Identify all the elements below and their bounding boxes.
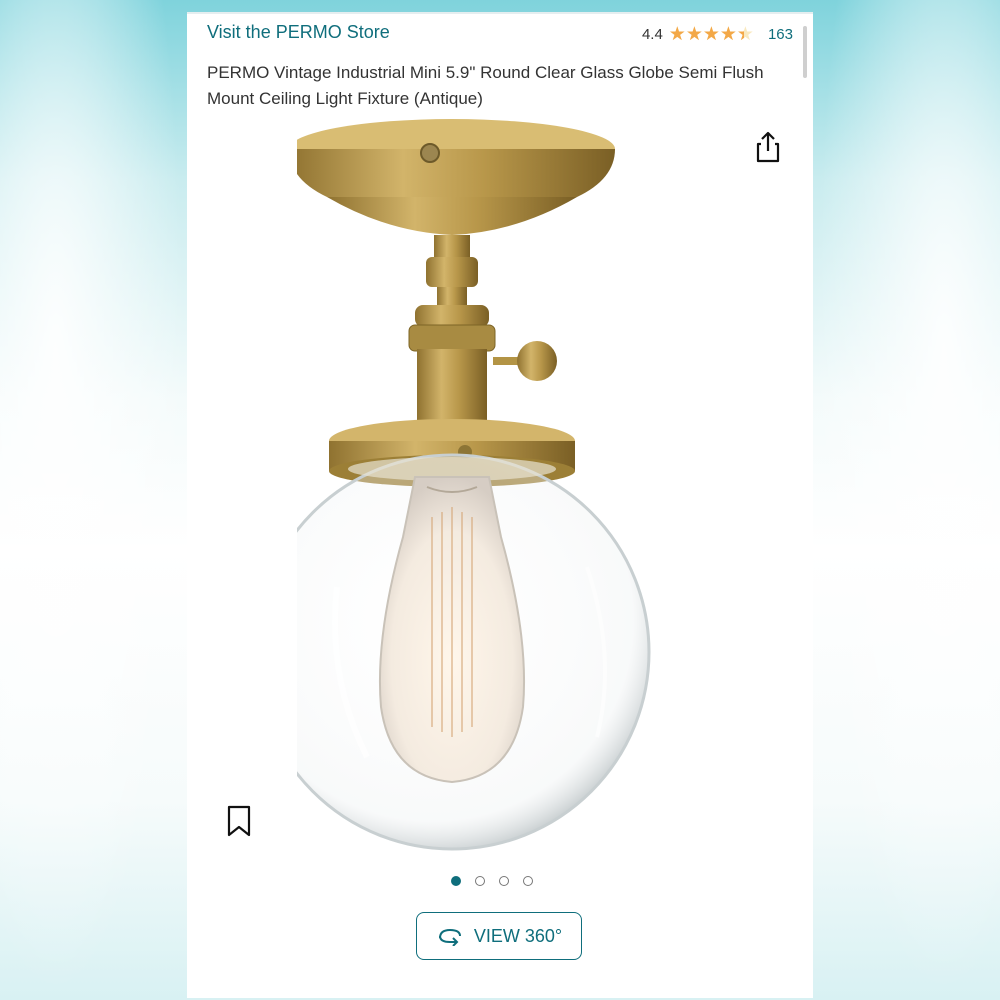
product-image[interactable]: [297, 117, 697, 857]
carousel-indicator[interactable]: [451, 876, 533, 886]
carousel-dot[interactable]: [499, 876, 509, 886]
bookmark-icon[interactable]: [225, 804, 253, 838]
carousel-dot[interactable]: [475, 876, 485, 886]
top-divider: [187, 12, 813, 14]
rating-value: 4.4: [641, 26, 663, 43]
carousel-dot[interactable]: [523, 876, 533, 886]
rating-count[interactable]: 163: [768, 26, 793, 43]
carousel-dot[interactable]: [451, 876, 461, 886]
background-glow-left: [0, 0, 186, 1000]
star-rating-icon: ★★★★★ ★★★★★: [668, 24, 754, 45]
share-icon[interactable]: [753, 130, 783, 164]
product-title: PERMO Vintage Industrial Mini 5.9" Round…: [207, 63, 764, 108]
view-360-label: VIEW 360°: [473, 925, 563, 946]
background-glow-right: [814, 0, 1000, 1000]
view-360-button[interactable]: VIEW 360°: [416, 912, 582, 960]
product-card: Visit the PERMO Store 4.4 ★★★★★ ★★★★★ 16…: [187, 12, 813, 998]
rating-summary[interactable]: 4.4 ★★★★★ ★★★★★ 163: [642, 25, 793, 44]
scrollbar[interactable]: [803, 26, 807, 78]
store-link[interactable]: Visit the PERMO Store: [207, 22, 390, 43]
rotate-360-icon: [436, 926, 464, 946]
